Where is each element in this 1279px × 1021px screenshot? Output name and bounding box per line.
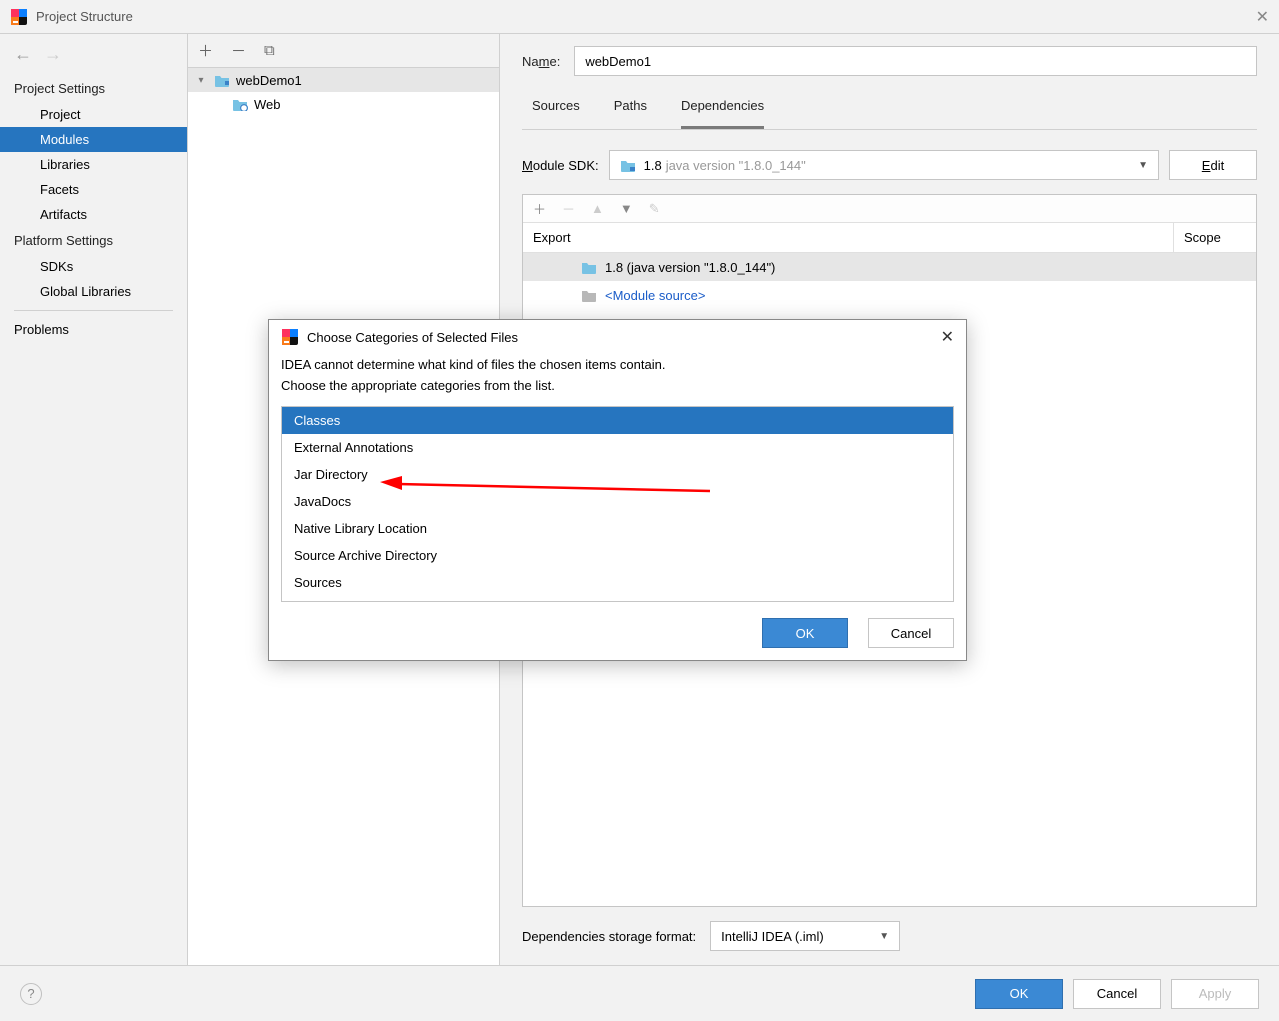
name-label: Name: bbox=[522, 54, 560, 69]
category-external-annotations[interactable]: External Annotations bbox=[282, 434, 953, 461]
apply-button[interactable]: Apply bbox=[1171, 979, 1259, 1009]
remove-module-icon[interactable]: － bbox=[231, 40, 246, 61]
chevron-down-icon: ▼ bbox=[879, 931, 889, 942]
module-tabs: Sources Paths Dependencies bbox=[522, 98, 1257, 130]
modal-cancel-button[interactable]: Cancel bbox=[868, 618, 954, 648]
ok-button[interactable]: OK bbox=[975, 979, 1063, 1009]
dep-up-icon[interactable]: ▲ bbox=[591, 201, 604, 216]
sdk-name: 1.8 bbox=[644, 158, 662, 173]
edit-sdk-button[interactable]: Edit bbox=[1169, 150, 1257, 180]
module-tree-root[interactable]: ▾ webDemo1 bbox=[188, 68, 499, 92]
tab-sources[interactable]: Sources bbox=[532, 98, 580, 129]
window-titlebar: Project Structure ✕ bbox=[0, 0, 1279, 34]
sidebar-item-facets[interactable]: Facets bbox=[0, 177, 187, 202]
storage-format-value: IntelliJ IDEA (.iml) bbox=[721, 929, 824, 944]
modal-text-2: Choose the appropriate categories from t… bbox=[281, 377, 954, 396]
dep-col-export: Export bbox=[523, 223, 1174, 252]
window-close-icon[interactable]: ✕ bbox=[1256, 7, 1269, 27]
dep-col-scope: Scope bbox=[1174, 223, 1256, 252]
cancel-button[interactable]: Cancel bbox=[1073, 979, 1161, 1009]
add-module-icon[interactable]: ＋ bbox=[198, 40, 213, 61]
category-jar-directory[interactable]: Jar Directory bbox=[282, 461, 953, 488]
back-arrow-icon[interactable]: ← bbox=[14, 44, 32, 65]
category-sources[interactable]: Sources bbox=[282, 569, 953, 596]
sidebar-divider bbox=[14, 310, 173, 311]
intellij-icon bbox=[10, 8, 28, 26]
modal-close-icon[interactable]: ✕ bbox=[941, 327, 954, 347]
category-list: Classes External Annotations Jar Directo… bbox=[281, 406, 954, 602]
module-tree-root-label: webDemo1 bbox=[236, 73, 302, 88]
storage-format-dropdown[interactable]: IntelliJ IDEA (.iml) ▼ bbox=[710, 921, 900, 951]
category-javadocs[interactable]: JavaDocs bbox=[282, 488, 953, 515]
module-tree-child-label: Web bbox=[254, 97, 281, 112]
chevron-down-icon: ▼ bbox=[1138, 160, 1148, 171]
modal-title: Choose Categories of Selected Files bbox=[307, 330, 518, 345]
web-icon bbox=[232, 98, 248, 111]
sidebar-section-platform-settings: Platform Settings bbox=[0, 227, 187, 254]
dep-down-icon[interactable]: ▼ bbox=[620, 201, 633, 216]
storage-format-label: Dependencies storage format: bbox=[522, 929, 696, 944]
tab-dependencies[interactable]: Dependencies bbox=[681, 98, 764, 129]
sidebar-item-global-libraries[interactable]: Global Libraries bbox=[0, 279, 187, 304]
choose-categories-dialog: Choose Categories of Selected Files ✕ ID… bbox=[268, 319, 967, 661]
module-name-input[interactable] bbox=[574, 46, 1257, 76]
help-icon[interactable]: ? bbox=[20, 983, 42, 1005]
sidebar: ← → Project Settings Project Modules Lib… bbox=[0, 34, 188, 965]
source-folder-icon bbox=[581, 289, 597, 302]
module-folder-icon bbox=[214, 74, 230, 87]
sdk-folder-icon bbox=[581, 261, 597, 274]
dep-row-label: <Module source> bbox=[605, 288, 705, 303]
sidebar-item-problems[interactable]: Problems bbox=[0, 317, 187, 342]
modal-text-1: IDEA cannot determine what kind of files… bbox=[281, 356, 954, 375]
category-source-archive[interactable]: Source Archive Directory bbox=[282, 542, 953, 569]
chevron-down-icon[interactable]: ▾ bbox=[194, 75, 208, 86]
dep-add-icon[interactable]: ＋ bbox=[533, 199, 546, 218]
sidebar-item-libraries[interactable]: Libraries bbox=[0, 152, 187, 177]
sidebar-item-modules[interactable]: Modules bbox=[0, 127, 187, 152]
dep-row-module-source[interactable]: <Module source> bbox=[523, 281, 1256, 309]
sidebar-item-sdks[interactable]: SDKs bbox=[0, 254, 187, 279]
modal-ok-button[interactable]: OK bbox=[762, 618, 848, 648]
sidebar-item-artifacts[interactable]: Artifacts bbox=[0, 202, 187, 227]
dep-row-label: 1.8 (java version "1.8.0_144") bbox=[605, 260, 775, 275]
sdk-folder-icon bbox=[620, 159, 636, 172]
module-tree-child[interactable]: Web bbox=[188, 92, 499, 116]
dep-row-sdk[interactable]: 1.8 (java version "1.8.0_144") bbox=[523, 253, 1256, 281]
copy-module-icon[interactable]: ⧉ bbox=[264, 42, 275, 59]
module-sdk-label: Module SDK: bbox=[522, 158, 599, 173]
dep-edit-icon[interactable]: ✎ bbox=[649, 201, 660, 217]
category-classes[interactable]: Classes bbox=[282, 407, 953, 434]
intellij-icon bbox=[281, 328, 299, 346]
module-sdk-dropdown[interactable]: 1.8 java version "1.8.0_144" ▼ bbox=[609, 150, 1159, 180]
module-tree-toolbar: ＋ － ⧉ bbox=[188, 34, 499, 68]
window-title: Project Structure bbox=[36, 9, 133, 24]
forward-arrow-icon[interactable]: → bbox=[44, 44, 62, 65]
dialog-footer: ? OK Cancel Apply bbox=[0, 965, 1279, 1021]
tab-paths[interactable]: Paths bbox=[614, 98, 647, 129]
category-native-library[interactable]: Native Library Location bbox=[282, 515, 953, 542]
sidebar-section-project-settings: Project Settings bbox=[0, 75, 187, 102]
dep-remove-icon[interactable]: － bbox=[562, 199, 575, 218]
sidebar-item-project[interactable]: Project bbox=[0, 102, 187, 127]
sdk-version: java version "1.8.0_144" bbox=[666, 158, 806, 173]
